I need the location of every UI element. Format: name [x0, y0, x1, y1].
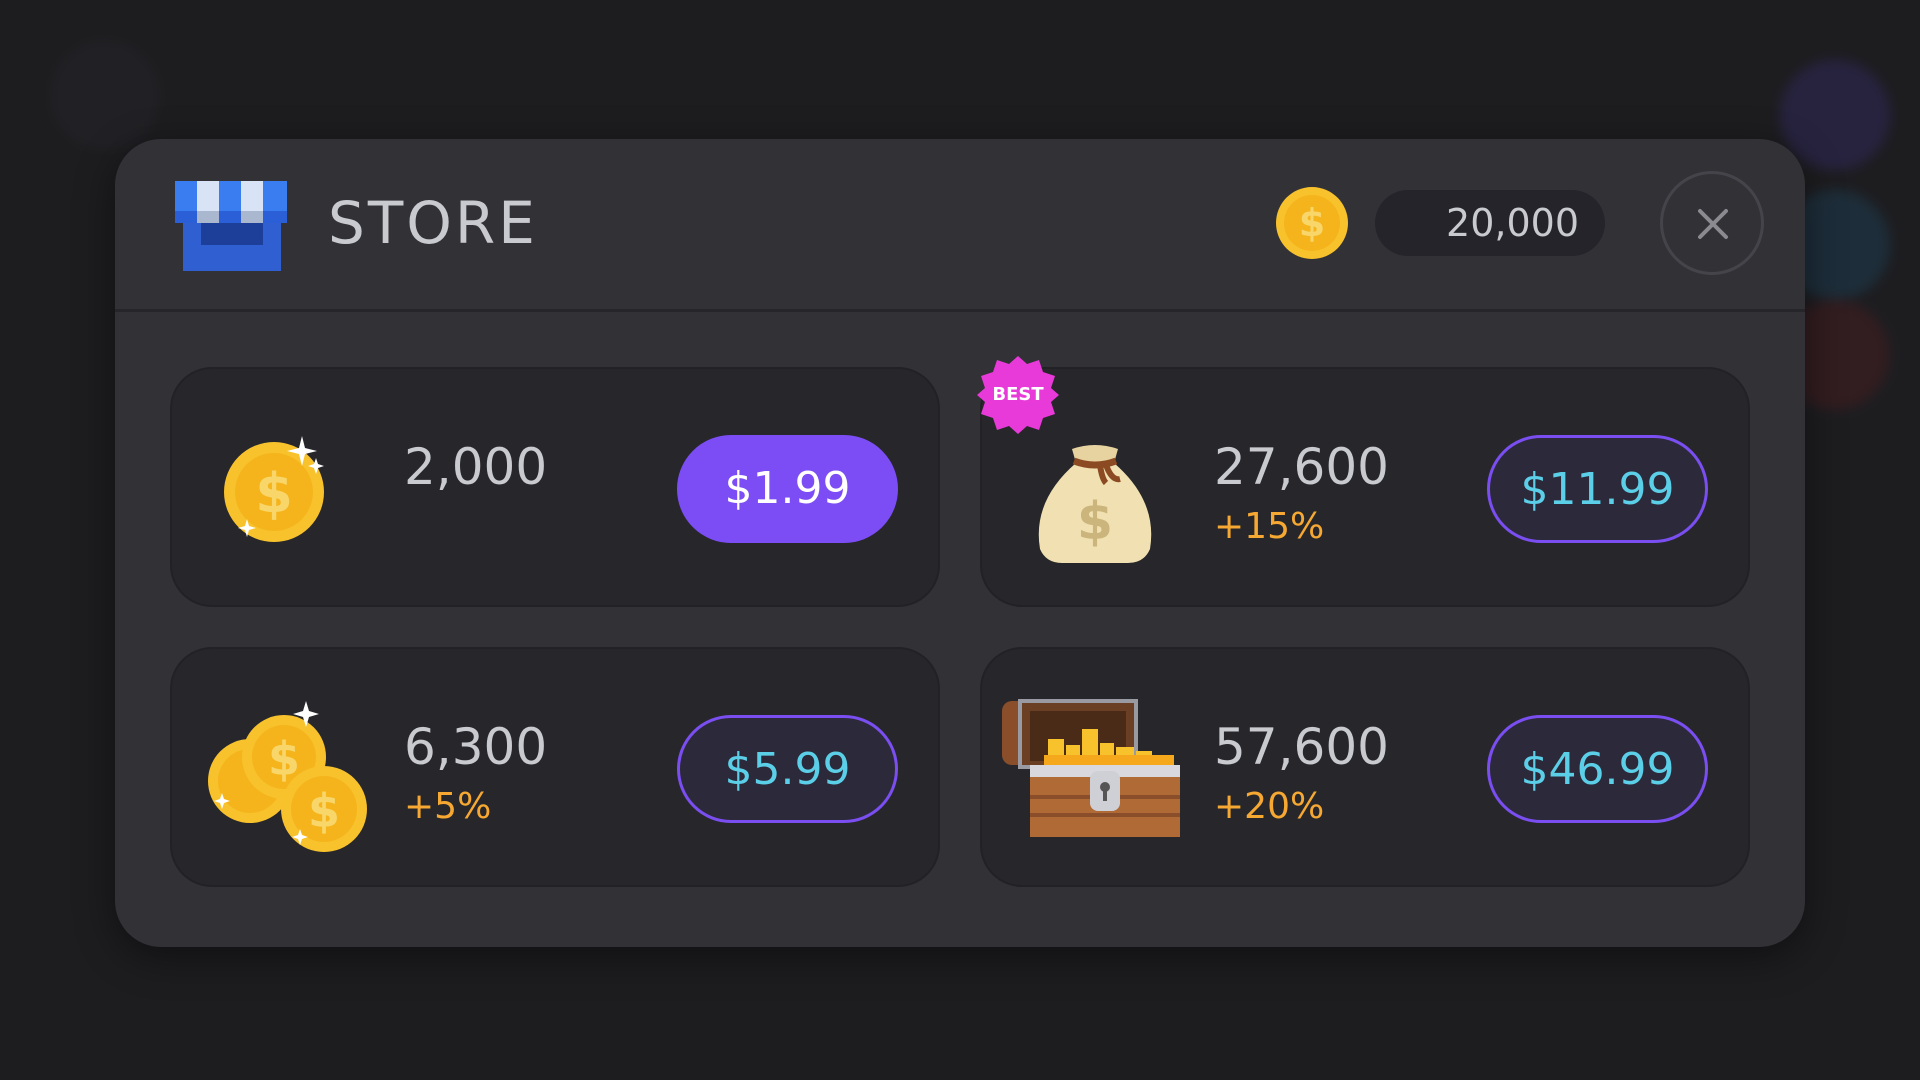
svg-text:$: $	[1299, 201, 1325, 245]
buy-button[interactable]: $11.99	[1487, 435, 1708, 543]
pack-amount: 27,600	[1214, 438, 1389, 496]
store-pack-card[interactable]: $ BEST 27,600 +15% $11.99	[977, 356, 1750, 607]
background-decoration	[50, 40, 160, 150]
coin-stack-small-icon: $	[224, 436, 324, 542]
store-pack-card[interactable]: $ 2,000 $1.99	[170, 367, 940, 607]
store-modal: STORE $ 20,000 $ 2,000 $1.99 $ BEST 27,6…	[115, 139, 1805, 947]
money-bag-icon: $	[1038, 445, 1152, 563]
svg-text:$: $	[255, 462, 293, 525]
coin-pile-icon: $ $	[208, 701, 367, 852]
pack-amount: 2,000	[404, 438, 548, 496]
buy-button[interactable]: $5.99	[677, 715, 898, 823]
shop-icon	[175, 181, 287, 271]
pack-bonus: +20%	[1214, 786, 1325, 827]
store-title: STORE	[328, 189, 538, 257]
store-header: STORE $ 20,000	[115, 139, 1805, 312]
pack-amount: 57,600	[1214, 718, 1389, 776]
buy-button[interactable]: $1.99	[677, 435, 898, 543]
treasure-chest-icon	[1002, 699, 1180, 837]
best-badge: BEST	[977, 354, 1059, 436]
store-pack-card[interactable]: $ $ 6,300 +5% $5.99	[170, 647, 940, 887]
buy-button[interactable]: $46.99	[1487, 715, 1708, 823]
pack-bonus: +15%	[1214, 506, 1325, 547]
close-icon	[1698, 209, 1728, 239]
best-badge-label: BEST	[992, 384, 1044, 405]
svg-text:$: $	[308, 784, 340, 838]
store-pack-card[interactable]: 57,600 +20% $46.99	[980, 647, 1750, 887]
pack-bonus: +5%	[404, 786, 492, 827]
close-button[interactable]	[1660, 171, 1764, 275]
coin-balance: 20,000	[1375, 190, 1605, 256]
coin-icon: $	[1276, 187, 1348, 259]
pack-amount: 6,300	[404, 718, 548, 776]
svg-text:$: $	[1077, 492, 1113, 552]
